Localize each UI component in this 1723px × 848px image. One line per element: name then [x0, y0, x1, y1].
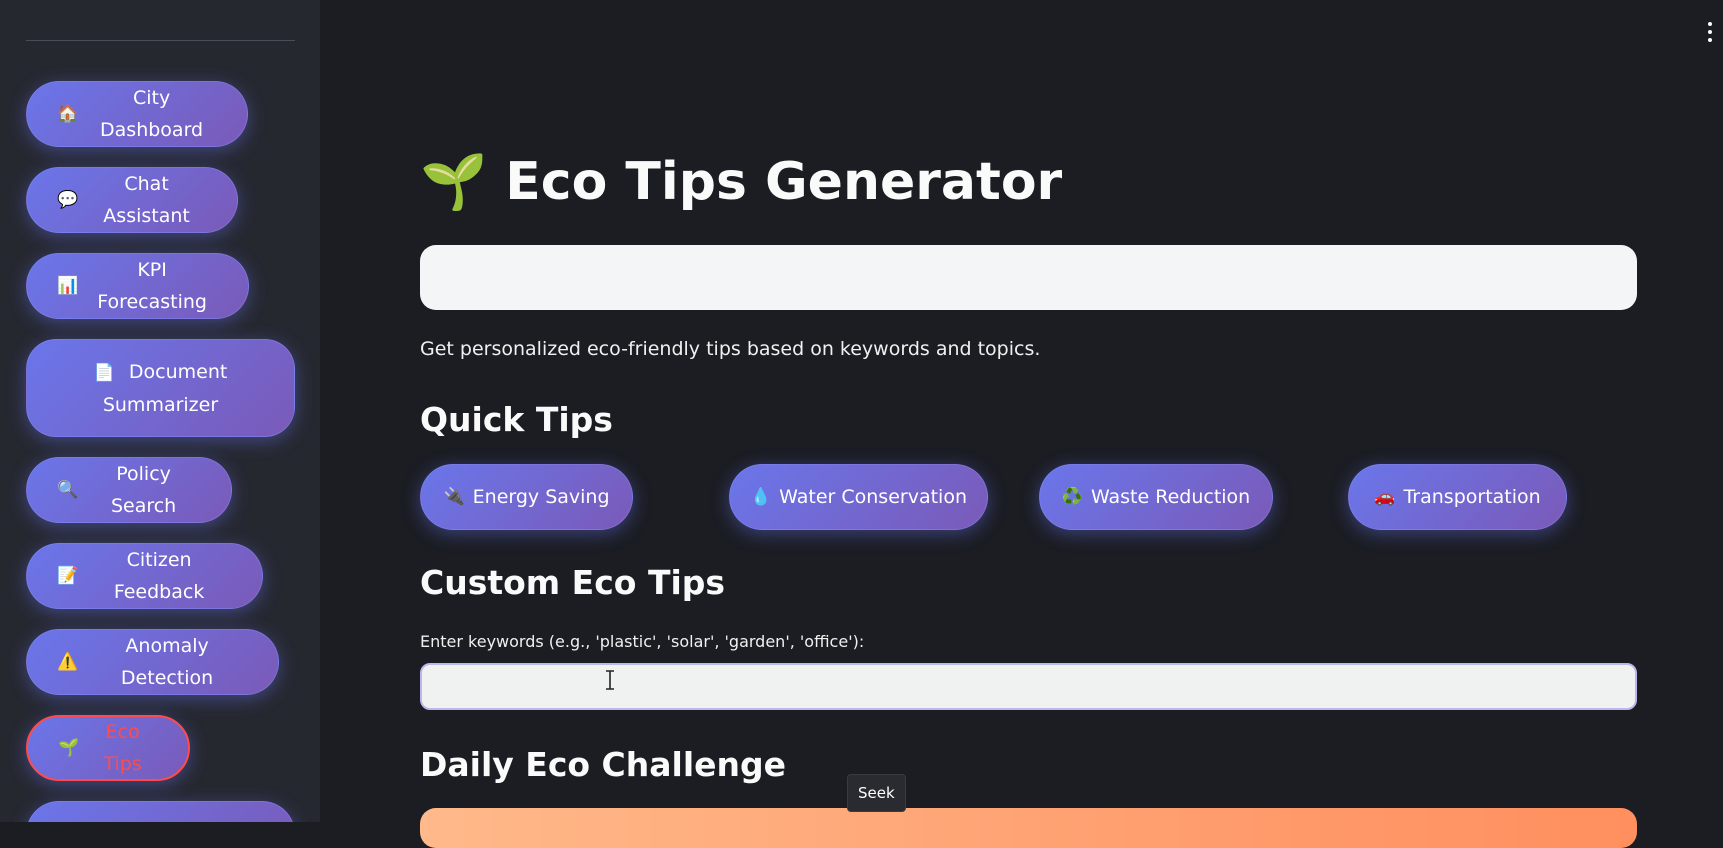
custom-tips-heading: Custom Eco Tips: [420, 563, 726, 602]
sidebar-item-citizen-feedback[interactable]: 📝 Citizen Feedback: [26, 543, 263, 609]
button-label: Water Conservation: [779, 486, 967, 508]
sidebar-item-label: KPI Forecasting: [97, 259, 207, 313]
daily-challenge-card: [420, 808, 1637, 848]
magnifier-icon: 🔍: [57, 480, 79, 500]
sidebar-item-city-dashboard[interactable]: 🏠 City Dashboard: [26, 81, 248, 147]
sidebar-item-partial[interactable]: [26, 801, 295, 822]
button-label: Transportation: [1403, 486, 1541, 508]
droplet-icon: 💧: [750, 487, 772, 507]
text-cursor-icon: [606, 670, 614, 690]
sidebar-divider: [26, 40, 295, 41]
seedling-icon: 🌱: [58, 738, 80, 758]
recycle-icon: ♻️: [1061, 487, 1083, 507]
keywords-input[interactable]: [420, 663, 1637, 710]
document-icon: 📄: [93, 362, 115, 383]
sidebar-item-label: Policy Search: [110, 463, 177, 517]
sidebar-item-label: City Dashboard: [100, 87, 204, 141]
main-content: 🌱 Eco Tips Generator Get personalized ec…: [420, 0, 1637, 848]
sidebar-item-anomaly-detection[interactable]: ⚠️ Anomaly Detection: [26, 629, 279, 695]
bar-chart-icon: 📊: [57, 276, 79, 296]
more-options-icon[interactable]: [1707, 22, 1713, 42]
speech-bubble-icon: 💬: [57, 190, 79, 210]
sidebar-item-label: Citizen Feedback: [113, 549, 205, 603]
sidebar-item-label: Chat Assistant: [103, 173, 190, 227]
keywords-label: Enter keywords (e.g., 'plastic', 'solar'…: [420, 632, 865, 651]
sidebar-item-kpi-forecasting[interactable]: 📊 KPI Forecasting: [26, 253, 249, 319]
button-label: Energy Saving: [472, 486, 610, 508]
water-conservation-button[interactable]: 💧 Water Conservation: [729, 464, 988, 530]
sidebar-item-document-summarizer[interactable]: 📄 Document Summarizer: [26, 339, 295, 437]
sidebar-item-label: Anomaly Detection: [120, 635, 214, 689]
page-subtitle: Get personalized eco-friendly tips based…: [420, 338, 1041, 360]
quick-tips-heading: Quick Tips: [420, 400, 613, 439]
page-title-text: Eco Tips Generator: [505, 152, 1063, 212]
seedling-icon: 🌱: [420, 150, 488, 213]
transportation-button[interactable]: 🚗 Transportation: [1348, 464, 1567, 530]
plug-icon: 🔌: [443, 487, 465, 507]
page-title: 🌱 Eco Tips Generator: [420, 150, 1062, 214]
sidebar-item-label: Summarizer: [102, 393, 219, 416]
sidebar-item-label: Eco Tips: [103, 721, 142, 775]
house-icon: 🏠: [57, 104, 79, 124]
button-label: Waste Reduction: [1090, 486, 1251, 508]
sidebar-item-label: Document: [128, 360, 228, 383]
header-banner: [420, 245, 1637, 310]
sidebar-item-chat-assistant[interactable]: 💬 Chat Assistant: [26, 167, 238, 233]
sidebar-item-policy-search[interactable]: 🔍 Policy Search: [26, 457, 232, 523]
energy-saving-button[interactable]: 🔌 Energy Saving: [420, 464, 633, 530]
seek-tooltip: Seek: [847, 774, 906, 812]
waste-reduction-button[interactable]: ♻️ Waste Reduction: [1039, 464, 1273, 530]
daily-challenge-heading: Daily Eco Challenge: [420, 745, 787, 784]
warning-icon: ⚠️: [57, 652, 79, 672]
car-icon: 🚗: [1374, 487, 1396, 507]
memo-icon: 📝: [57, 566, 79, 586]
sidebar: 🏠 City Dashboard 💬 Chat Assistant 📊 KPI …: [0, 0, 320, 822]
sidebar-item-eco-tips[interactable]: 🌱 Eco Tips: [26, 715, 190, 781]
